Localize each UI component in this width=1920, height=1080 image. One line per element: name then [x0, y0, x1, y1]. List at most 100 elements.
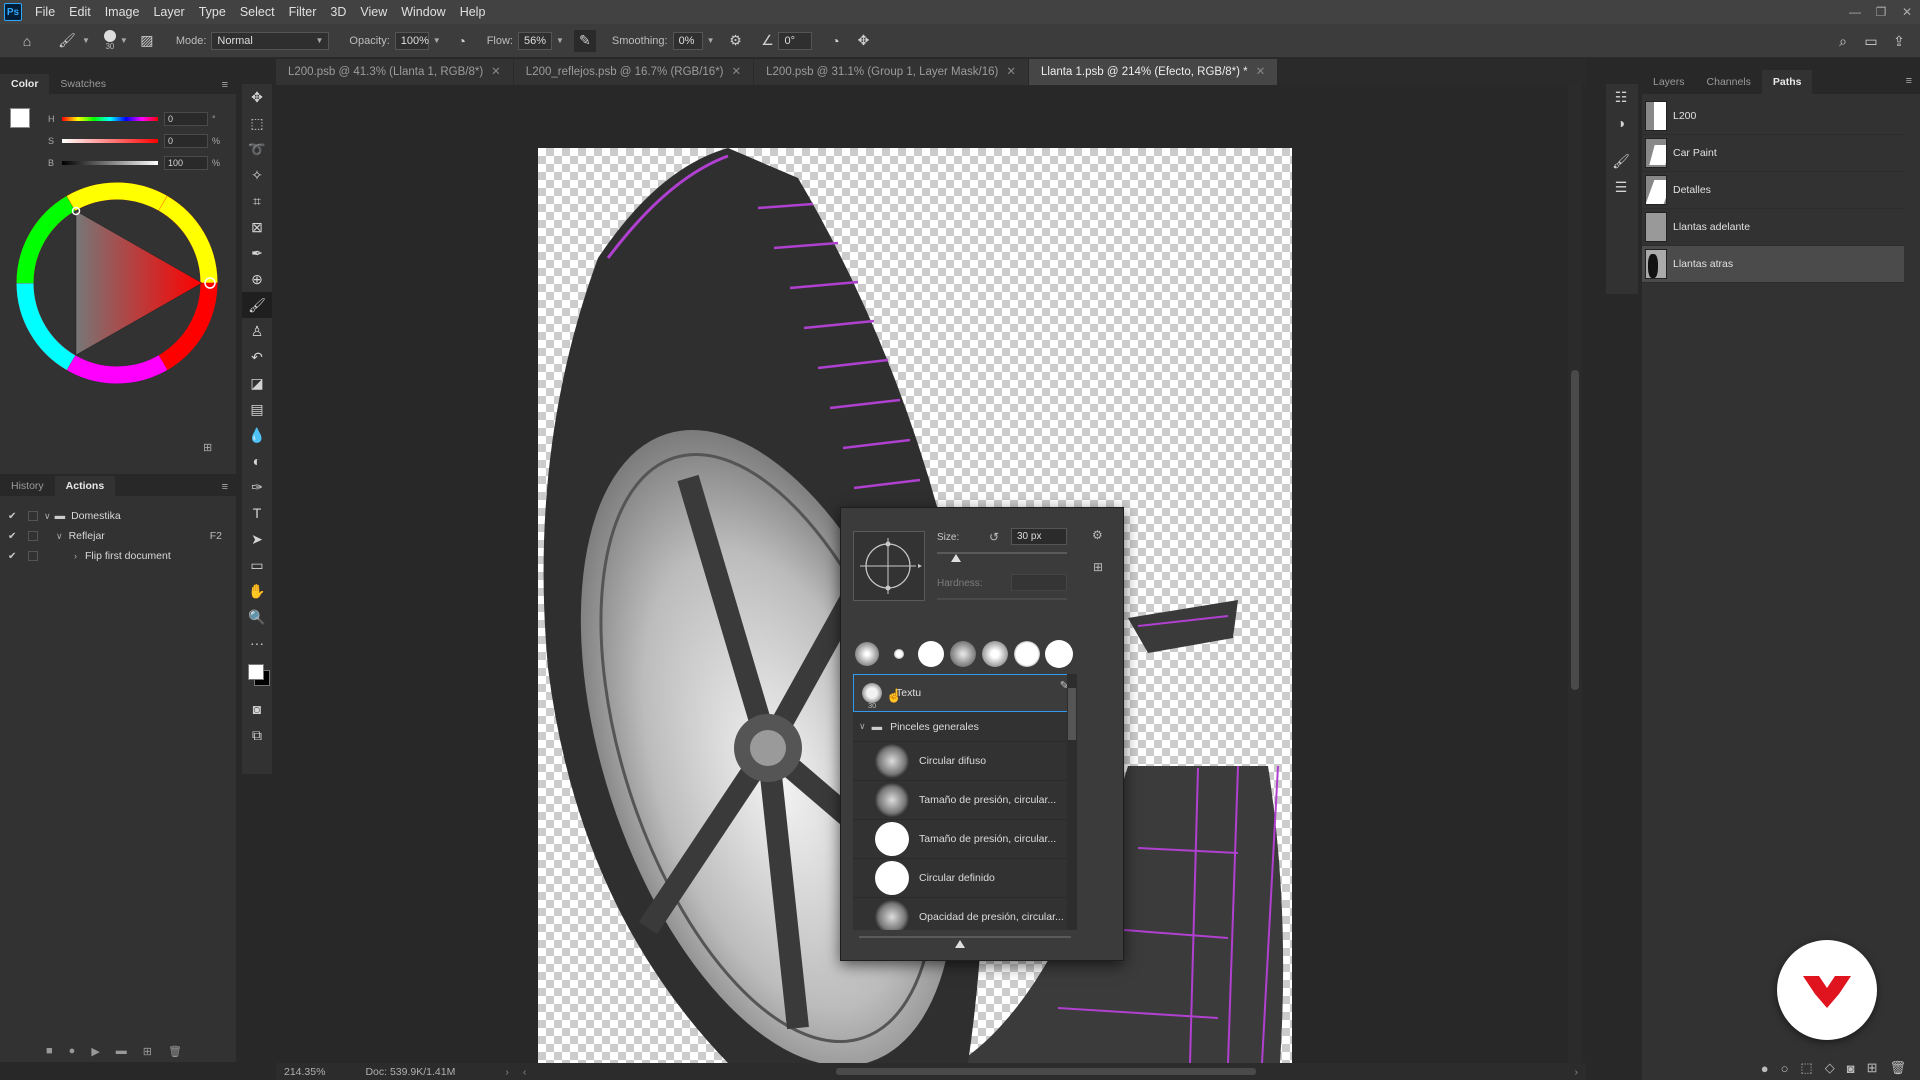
- load-selection-icon[interactable]: ⬚: [1800, 1060, 1812, 1076]
- brush-settings-icon[interactable]: 🖌: [1606, 148, 1636, 174]
- search-icon[interactable]: ⌕: [1832, 30, 1854, 52]
- menu-window[interactable]: Window: [394, 0, 452, 24]
- brightness-slider[interactable]: [62, 161, 158, 165]
- tab-swatches[interactable]: Swatches: [49, 74, 117, 94]
- menu-edit[interactable]: Edit: [62, 0, 98, 24]
- path-row-selected[interactable]: Llantas atras: [1642, 246, 1904, 283]
- menu-3d[interactable]: 3D: [323, 0, 353, 24]
- brush-tip[interactable]: [1013, 640, 1041, 668]
- hue-slider[interactable]: [62, 117, 158, 121]
- brush-tool-icon[interactable]: 🖌: [56, 30, 78, 52]
- tab-channels[interactable]: Channels: [1696, 70, 1762, 94]
- path-row[interactable]: Llantas adelante: [1642, 209, 1904, 246]
- brush-tip[interactable]: [885, 640, 913, 668]
- scrollbar-thumb[interactable]: [1571, 370, 1579, 690]
- chevron-left-icon[interactable]: ‹: [523, 1066, 527, 1078]
- brush-tip[interactable]: [853, 640, 881, 668]
- preset-row[interactable]: Tamaño de presión, circular...: [853, 781, 1074, 820]
- tab-paths[interactable]: Paths: [1761, 70, 1813, 94]
- add-mask-icon[interactable]: ◙: [1847, 1061, 1855, 1076]
- add-to-swatches-icon[interactable]: ⊞: [203, 441, 212, 454]
- preview-size-thumb[interactable]: [955, 940, 965, 948]
- dialog-toggle[interactable]: [28, 531, 38, 541]
- preview-size-slider[interactable]: [859, 936, 1071, 938]
- more-tools-icon[interactable]: ···: [242, 630, 272, 656]
- make-path-icon[interactable]: ◇: [1825, 1060, 1835, 1076]
- brush-angle-preview[interactable]: [853, 531, 925, 601]
- close-icon[interactable]: ✕: [732, 66, 742, 78]
- angle-input[interactable]: 0°: [778, 31, 813, 50]
- brush-tip[interactable]: [917, 640, 945, 668]
- stroke-path-icon[interactable]: ○: [1781, 1061, 1789, 1076]
- preset-row[interactable]: Opacidad de presión, circular...: [853, 898, 1074, 930]
- trash-icon[interactable]: 🗑: [168, 1045, 182, 1058]
- eraser-tool-icon[interactable]: ◪: [242, 370, 272, 396]
- pressure-opacity-icon[interactable]: ◔: [451, 30, 473, 52]
- close-icon[interactable]: ✕: [1256, 66, 1266, 78]
- brush-tip[interactable]: [949, 640, 977, 668]
- doc-tab[interactable]: L200.psb @ 31.1% (Group 1, Layer Mask/16…: [754, 59, 1028, 85]
- menu-filter[interactable]: Filter: [282, 0, 324, 24]
- pressure-size-icon[interactable]: ◔: [824, 30, 846, 52]
- action-row[interactable]: ✔ ∨ Reflejar F2: [0, 526, 236, 546]
- stop-icon[interactable]: ■: [46, 1045, 53, 1058]
- chevron-down-icon[interactable]: ▼: [556, 36, 564, 45]
- share-icon[interactable]: ⇪: [1888, 30, 1910, 52]
- trash-icon[interactable]: 🗑: [1889, 1060, 1906, 1076]
- saturation-slider[interactable]: [62, 139, 158, 143]
- tab-layers[interactable]: Layers: [1642, 70, 1696, 94]
- preset-row[interactable]: Circular definido: [853, 859, 1074, 898]
- action-step-row[interactable]: ✔ › Flip first document: [0, 546, 236, 566]
- new-action-icon[interactable]: ⊞: [143, 1045, 152, 1058]
- size-input[interactable]: 30 px: [1011, 528, 1067, 545]
- record-icon[interactable]: ●: [69, 1045, 76, 1058]
- healing-brush-tool-icon[interactable]: ⊕: [242, 266, 272, 292]
- panel-menu-icon[interactable]: ≡: [222, 79, 228, 91]
- history-brush-tool-icon[interactable]: ↶: [242, 344, 272, 370]
- menu-view[interactable]: View: [353, 0, 394, 24]
- chevron-right-icon[interactable]: ›: [74, 551, 77, 561]
- doc-tab[interactable]: L200_reflejos.psb @ 16.7% (RGB/16*) ✕: [513, 59, 754, 85]
- gear-icon[interactable]: ⚙: [1092, 528, 1103, 542]
- clone-stamp-tool-icon[interactable]: ♙: [242, 318, 272, 344]
- tab-actions[interactable]: Actions: [54, 476, 116, 496]
- selected-preset-row[interactable]: Textu 30 ☝ ✎: [853, 674, 1074, 712]
- restore-icon[interactable]: ❐: [1868, 0, 1894, 24]
- close-icon[interactable]: ✕: [1006, 66, 1016, 78]
- home-icon[interactable]: ⌂: [16, 30, 38, 52]
- new-preset-icon[interactable]: ⊞: [1093, 560, 1103, 574]
- eyedropper-tool-icon[interactable]: ✒: [242, 240, 272, 266]
- action-set-row[interactable]: ✔ ∨ ▬ Domestika: [0, 506, 236, 526]
- dialog-toggle[interactable]: [28, 551, 38, 561]
- smoothing-input[interactable]: 0%: [672, 31, 703, 50]
- chevron-down-icon[interactable]: ▼: [433, 36, 441, 45]
- opacity-input[interactable]: 100%: [394, 31, 429, 50]
- flow-input[interactable]: 56%: [517, 31, 552, 50]
- brush-size-preview[interactable]: 30: [103, 30, 116, 51]
- size-slider-thumb[interactable]: [951, 554, 961, 562]
- chevron-right-icon[interactable]: ›: [1575, 1066, 1579, 1078]
- path-row[interactable]: Detalles: [1642, 172, 1904, 209]
- chevron-right-icon[interactable]: ›: [505, 1066, 509, 1078]
- hand-tool-icon[interactable]: ✋: [242, 578, 272, 604]
- tab-history[interactable]: History: [0, 476, 55, 496]
- properties-icon[interactable]: ☷: [1606, 84, 1636, 110]
- hue-input[interactable]: 0: [164, 112, 208, 126]
- chevron-down-icon[interactable]: ▼: [120, 36, 128, 45]
- reset-icon[interactable]: ↺: [989, 530, 999, 544]
- chevron-down-icon[interactable]: ∨: [859, 721, 866, 732]
- scrollbar-thumb[interactable]: [1068, 688, 1076, 740]
- brush-tool-icon[interactable]: 🖌: [242, 292, 272, 318]
- airbrush-icon[interactable]: ✎: [573, 29, 596, 52]
- tab-color[interactable]: Color: [0, 74, 50, 94]
- symmetry-icon[interactable]: ✥: [852, 30, 874, 52]
- quick-mask-icon[interactable]: ◙: [242, 696, 272, 722]
- mode-select[interactable]: Normal ▼: [211, 31, 330, 50]
- dialog-toggle[interactable]: [28, 511, 38, 521]
- chevron-down-icon[interactable]: ▼: [82, 36, 90, 45]
- menu-image[interactable]: Image: [98, 0, 147, 24]
- chevron-down-icon[interactable]: ∨: [44, 511, 51, 522]
- marquee-tool-icon[interactable]: ⬚: [242, 110, 272, 136]
- gear-icon[interactable]: ⚙: [724, 30, 746, 52]
- check-icon[interactable]: ✔: [8, 511, 22, 522]
